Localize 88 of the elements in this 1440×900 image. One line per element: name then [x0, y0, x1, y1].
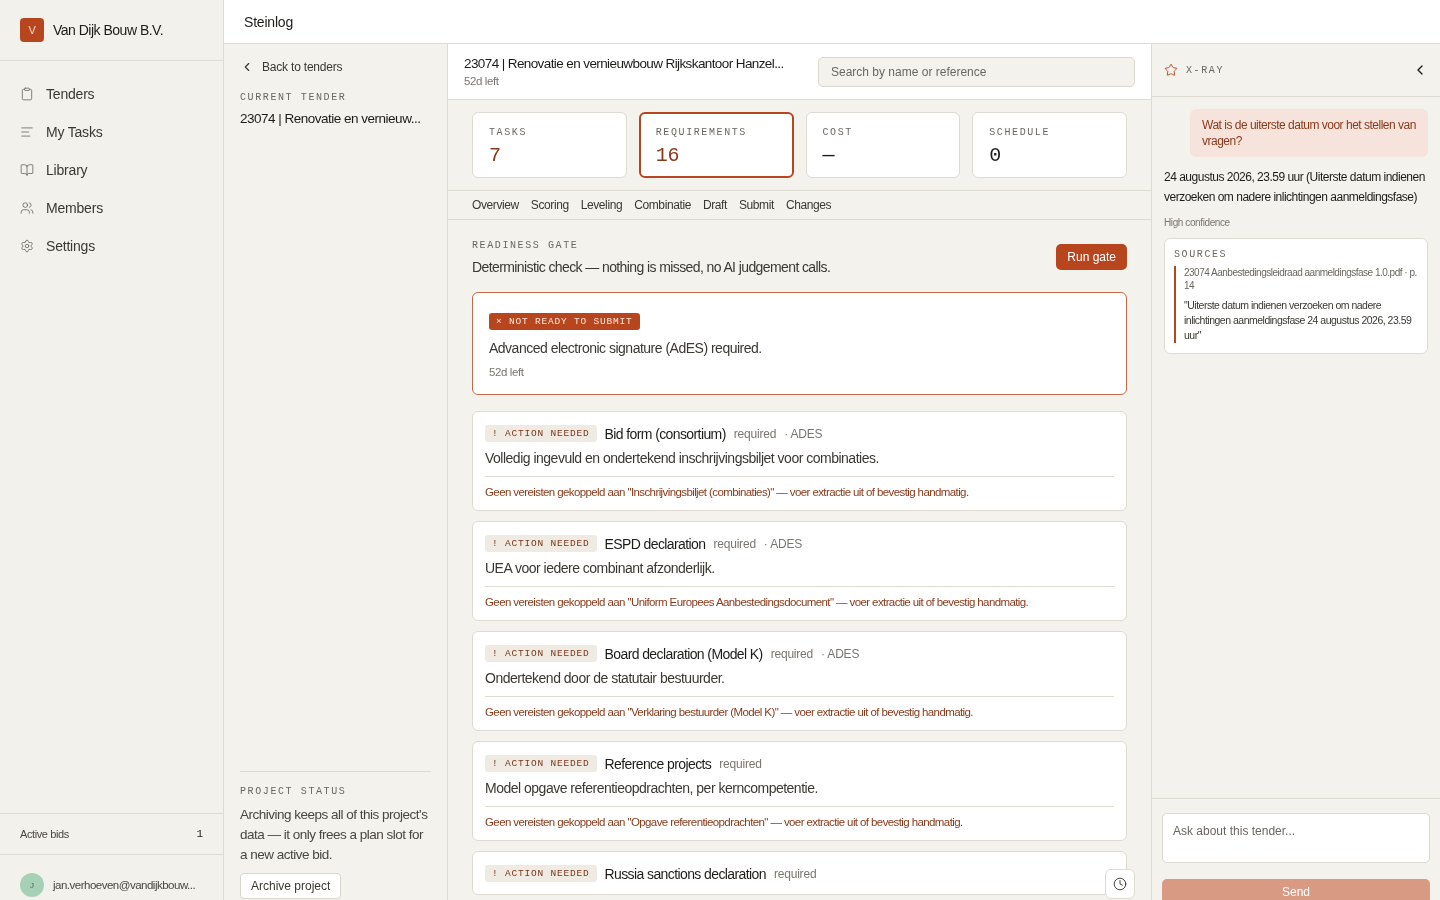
section-label: SOURCES [1174, 249, 1229, 260]
nav-item[interactable]: Library [0, 151, 223, 189]
status-text: Archiving keeps all of this project's data — it only frees a plan slot for a new active bid. [240, 806, 429, 864]
stat-card[interactable]: COST — [805, 112, 961, 178]
stat-label: SCHEDULE [989, 127, 1052, 138]
action-badge: ! ACTION NEEDED [485, 425, 597, 442]
requirement-description: Ondertekend door de statutair bestuurder. [485, 670, 726, 686]
stat-label: REQUIREMENTS [655, 127, 748, 138]
archive-button[interactable]: Archive project [240, 873, 342, 899]
tab[interactable]: Combinatie [634, 198, 691, 212]
stat-label: TASKS [489, 127, 528, 138]
requirement-description: Model opgave referentieopdrachten, per kerncompetentie. [485, 780, 819, 796]
source-file: 23074 Aanbestedingsleidraad aanmeldingsfase 1.0.pdf · p. 14 [1184, 266, 1418, 292]
tab[interactable]: Changes [785, 198, 832, 212]
star-icon [1164, 63, 1178, 77]
action-badge: ! ACTION NEEDED [485, 535, 597, 552]
nav-item[interactable]: Members [0, 189, 223, 227]
stat-value: — [822, 144, 836, 167]
stat-card[interactable]: TASKS 7 [472, 112, 627, 178]
stat-value: 16 [655, 144, 681, 167]
status-badge: × NOT READY TO SUBMIT [489, 313, 640, 330]
requirement-description: Volledig ingevuld en ondertekend inschrijvingsbiljet voor combinaties. [485, 450, 880, 466]
back-link[interactable]: Back to tenders [240, 60, 431, 74]
confidence-label: High confidence [1164, 217, 1231, 228]
tab[interactable]: Leveling [580, 198, 623, 212]
action-badge: ! ACTION NEEDED [485, 755, 597, 772]
clipboard-icon [20, 87, 34, 101]
requirement-note: Geen vereisten gekoppeld aan "Uniform Europees Aanbestedingsdocument" — voer extractie uit of bevestig handmatig. [485, 586, 1114, 608]
history-button[interactable] [1105, 869, 1135, 899]
ask-field[interactable]: Ask about this tender... [1162, 813, 1430, 863]
active-bids-count: 1 [196, 828, 203, 840]
app-title: Steinlog [244, 13, 293, 30]
requirement-note: Geen vereisten gekoppeld aan "Verklaring bestuurder (Model K)" — voer extractie uit of bevestig handmatig. [485, 696, 1114, 718]
action-badge: ! ACTION NEEDED [485, 865, 597, 882]
requirement-title: Russia sanctions declaration [604, 865, 766, 882]
requirement-note: Geen vereisten gekoppeld aan "Inschrijvingsbiljet (combinaties)" — voer extractie uit of bevestig handmatig. [485, 476, 1114, 498]
requirement-tag: · ADES [784, 426, 823, 441]
requirement-title: Bid form (consortium) [604, 425, 726, 442]
user-email: jan.verhoeven@vandijkbouw... [53, 879, 196, 891]
company-name: Van Dijk Bouw B.V. [53, 22, 164, 38]
section-label: READINESS GATE [472, 240, 580, 251]
source-quote: "Uiterste datum indienen verzoeken om nadere inlichtingen aanmeldingsfase 24 augustus 2026, 23.59 uur" [1184, 298, 1413, 343]
verdict-message: Advanced electronic signature (AdES) required. [489, 340, 762, 356]
requirement-title: Board declaration (Model K) [604, 645, 763, 662]
requirement-description: UEA voor iedere combinant afzonderlijk. [485, 560, 716, 576]
clock-icon [1113, 877, 1127, 891]
stat-card[interactable]: REQUIREMENTS 16 [638, 112, 794, 178]
tender-title: 23074 | Renovatie en vernieuwbouw Rijkskantoor Hanzel... [464, 56, 785, 71]
stat-value: 7 [489, 144, 502, 167]
answer-text: 24 augustus 2026, 23.59 uur (Uiterste datum indienen verzoeken om nadere inlichtingen aanmeldingsfase) [1164, 169, 1426, 206]
user-avatar: J [20, 873, 44, 897]
requirement-tag: · ADES [821, 646, 860, 661]
deadline-text: 52d left [489, 366, 524, 378]
search-field[interactable]: Search by name or reference [818, 56, 1135, 87]
nav-item[interactable]: Tenders [0, 75, 223, 113]
requirement-title: ESPD declaration [604, 535, 706, 552]
requirement-note: Geen vereisten gekoppeld aan "Opgave referentieopdrachten" — voer extractie uit of bevestig handmatig. [485, 806, 1114, 828]
requirement-tag: · ADES [763, 536, 802, 551]
tab[interactable]: Overview [472, 198, 519, 212]
question-bubble: Wat is de uiterste datum voor het stellen van vragen? [1190, 109, 1428, 157]
run-gate-button[interactable]: Run gate [1056, 244, 1127, 270]
stat-value: 0 [989, 144, 1003, 167]
requirement-title: Reference projects [604, 755, 712, 772]
active-bids-label: Active bids [20, 828, 69, 840]
panel-title: X-RAY [1186, 64, 1224, 76]
requirement-status: required [733, 426, 777, 441]
deadline-text: 52d left [464, 75, 500, 87]
tab[interactable]: Scoring [530, 198, 569, 212]
stat-label: COST [822, 127, 854, 138]
tab[interactable]: Draft [702, 198, 727, 212]
section-label: PROJECT STATUS [240, 786, 348, 797]
gate-description: Deterministic check — nothing is missed, no AI judgement calls. [472, 259, 831, 275]
brand-logo: V [20, 18, 44, 42]
nav-item[interactable]: Settings [0, 227, 223, 265]
requirement-status: required [713, 536, 756, 551]
tab[interactable]: Submit [738, 198, 774, 212]
requirement-status: required [773, 866, 817, 881]
nav-item[interactable]: My Tasks [0, 113, 223, 151]
users-icon [20, 201, 34, 215]
list-icon [20, 125, 34, 139]
requirement-status: required [770, 646, 814, 661]
book-icon [20, 163, 34, 177]
settings-icon [20, 239, 34, 253]
action-badge: ! ACTION NEEDED [485, 645, 597, 662]
requirement-status: required [719, 756, 762, 771]
current-tender-title: 23074 | Renovatie en vernieuw... [240, 111, 422, 126]
section-label: CURRENT TENDER [240, 92, 348, 103]
stat-card[interactable]: SCHEDULE 0 [972, 112, 1127, 178]
